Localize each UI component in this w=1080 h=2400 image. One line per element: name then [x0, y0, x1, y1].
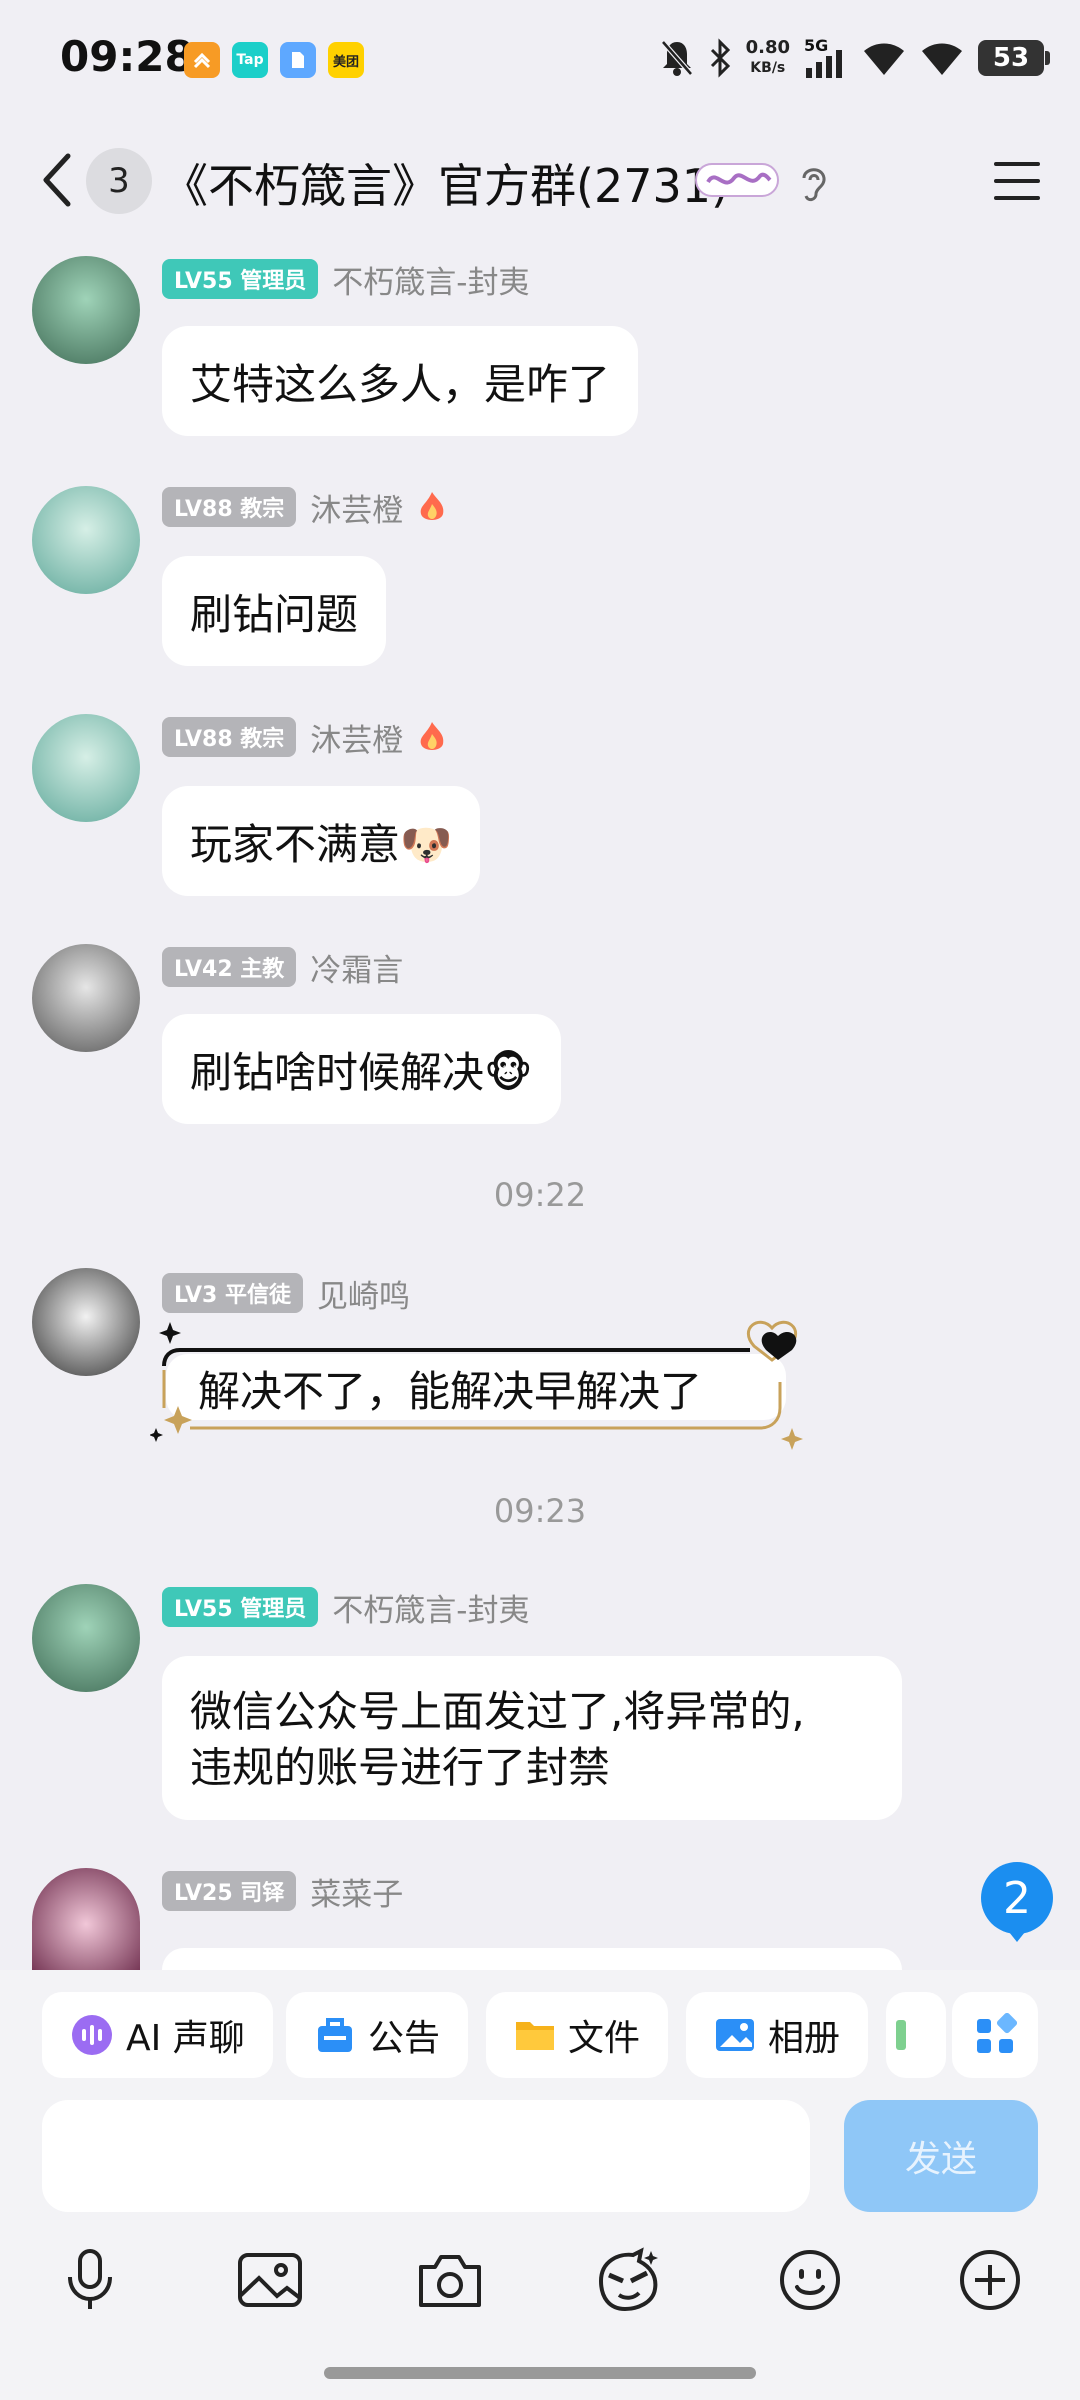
album-label: 相册 — [768, 2018, 841, 2059]
announcement-button[interactable]: 公告 — [286, 1992, 469, 2078]
microphone-icon — [68, 2249, 112, 2309]
message-meta: LV55 管理员 不朽箴言-封夷 — [162, 1585, 529, 1630]
app-grid-icon — [977, 2013, 1017, 2053]
group-tag-icon — [695, 163, 779, 197]
send-button[interactable]: 发送 — [844, 2100, 1038, 2212]
message-bubble[interactable] — [162, 1948, 902, 1970]
level-badge: LV55 管理员 — [162, 1587, 319, 1627]
emoji-button[interactable] — [770, 2240, 850, 2320]
level-badge: LV88 教宗 — [162, 717, 297, 757]
message-bubble[interactable]: 刷钻啥时候解决🐵 — [162, 1014, 561, 1124]
level-badge: LV3 平信徒 — [162, 1273, 303, 1313]
sender-nickname[interactable]: 菜菜子 — [310, 1869, 403, 1914]
announcement-icon — [318, 2018, 352, 2052]
back-button[interactable] — [32, 148, 82, 212]
sticker-button[interactable] — [588, 2240, 668, 2320]
message-bubble[interactable]: 微信公众号上面发过了,将异常的, 违规的账号进行了封禁 — [162, 1656, 902, 1820]
files-label: 文件 — [568, 2018, 641, 2059]
more-quick-action-chip[interactable] — [886, 1992, 946, 2078]
meituan-icon: 美团 — [328, 42, 364, 78]
sender-nickname[interactable]: 见崎鸣 — [317, 1271, 410, 1316]
decorated-message-bubble[interactable]: 解决不了，能解决早解决了 — [150, 1310, 810, 1450]
wifi-icon-2 — [922, 43, 962, 75]
app-grid-button[interactable] — [952, 1992, 1038, 2078]
wifi-icon — [864, 43, 904, 75]
message-meta: LV3 平信徒 见崎鸣 — [162, 1271, 410, 1316]
status-time: 09:28 — [60, 32, 194, 81]
taptap-icon: Tap — [232, 42, 268, 78]
album-icon — [716, 2019, 754, 2051]
avatar[interactable] — [32, 944, 140, 1052]
app-notification-icon-3 — [280, 42, 316, 78]
partial-app-icon — [896, 2020, 906, 2050]
image-icon — [238, 2253, 302, 2307]
bluetooth-icon — [710, 38, 730, 78]
quick-actions-row: AI 声聊 公告 文件 相册 — [0, 1992, 1080, 2082]
avatar[interactable] — [32, 1268, 140, 1376]
avatar[interactable] — [32, 714, 140, 822]
more-button[interactable] — [950, 2240, 1030, 2320]
level-badge: LV88 教宗 — [162, 487, 297, 527]
input-toolbar — [0, 2240, 1080, 2330]
level-badge: LV42 主教 — [162, 947, 297, 987]
avatar[interactable] — [32, 1868, 140, 1970]
network-speed: 0.80 KB/s — [745, 37, 790, 77]
message-line: 违规的账号进行了封禁 — [190, 1743, 611, 1792]
mute-bell-icon — [660, 40, 693, 76]
flame-icon — [420, 722, 444, 750]
folder-icon — [516, 2022, 554, 2050]
chat-header: 3 《不朽箴言》官方群(2731) — [0, 130, 1080, 230]
timestamp: 09:23 — [493, 1492, 587, 1530]
avatar[interactable] — [32, 1584, 140, 1692]
plus-circle-icon — [960, 2250, 1020, 2310]
message-meta: LV88 教宗 沐芸橙 — [162, 715, 447, 760]
message-bubble[interactable]: 玩家不满意🐶 — [162, 786, 481, 896]
sticker-face-icon — [598, 2247, 658, 2312]
files-button[interactable]: 文件 — [486, 1992, 669, 2078]
avatar[interactable] — [32, 256, 140, 364]
ai-voice-chat-button[interactable]: AI 声聊 — [42, 1992, 273, 2078]
flame-icon — [420, 492, 444, 520]
sender-nickname[interactable]: 不朽箴言-封夷 — [332, 1585, 529, 1630]
menu-button[interactable] — [990, 154, 1044, 208]
camera-icon — [419, 2255, 481, 2307]
message-bubble[interactable]: 艾特这么多人，是咋了 — [162, 326, 639, 436]
message-meta: LV42 主教 冷霜言 — [162, 945, 403, 990]
status-indicators: 0.80 KB/s 5G 53 — [660, 30, 1050, 86]
bottom-input-panel: AI 声聊 公告 文件 相册 发送 — [0, 1970, 1080, 2400]
battery-indicator: 53 — [978, 40, 1050, 76]
new-messages-badge[interactable]: 2 — [981, 1862, 1053, 1942]
message-meta: LV25 司铎 菜菜子 — [162, 1869, 403, 1914]
message-bubble[interactable]: 刷钻问题 — [162, 556, 387, 666]
message-input[interactable] — [42, 2100, 810, 2212]
unread-count-badge[interactable]: 3 — [86, 148, 152, 214]
sender-nickname[interactable]: 沐芸橙 — [310, 485, 403, 530]
message-text: 解决不了，能解决早解决了 — [198, 1367, 703, 1416]
sender-nickname[interactable]: 冷霜言 — [310, 945, 403, 990]
message-line: 微信公众号上面发过了,将异常的, — [190, 1687, 805, 1736]
voice-button[interactable] — [50, 2240, 130, 2320]
ear-icon[interactable] — [796, 160, 830, 204]
avatar[interactable] — [32, 486, 140, 594]
ai-voice-icon — [72, 2015, 112, 2055]
gallery-button[interactable] — [230, 2240, 310, 2320]
smiley-icon — [780, 2250, 840, 2310]
group-title[interactable]: 《不朽箴言》官方群(2731) — [162, 150, 729, 216]
message-meta: LV55 管理员 不朽箴言-封夷 — [162, 257, 529, 302]
timestamp: 09:22 — [493, 1176, 587, 1214]
status-bar: 09:28 Tap 美团 0.80 KB/s 5G 53 — [0, 0, 1080, 120]
home-indicator[interactable] — [324, 2367, 756, 2379]
sender-nickname[interactable]: 不朽箴言-封夷 — [332, 257, 529, 302]
album-button[interactable]: 相册 — [686, 1992, 869, 2078]
level-badge: LV55 管理员 — [162, 259, 319, 299]
announcement-label: 公告 — [368, 2018, 441, 2059]
cellular-signal-icon: 5G — [804, 36, 848, 78]
app-notification-icon-1 — [184, 42, 220, 78]
message-meta: LV88 教宗 沐芸橙 — [162, 485, 447, 530]
ai-voice-chat-label: AI 声聊 — [126, 2018, 245, 2059]
sender-nickname[interactable]: 沐芸橙 — [310, 715, 403, 760]
level-badge: LV25 司铎 — [162, 1871, 297, 1911]
camera-button[interactable] — [410, 2240, 490, 2320]
